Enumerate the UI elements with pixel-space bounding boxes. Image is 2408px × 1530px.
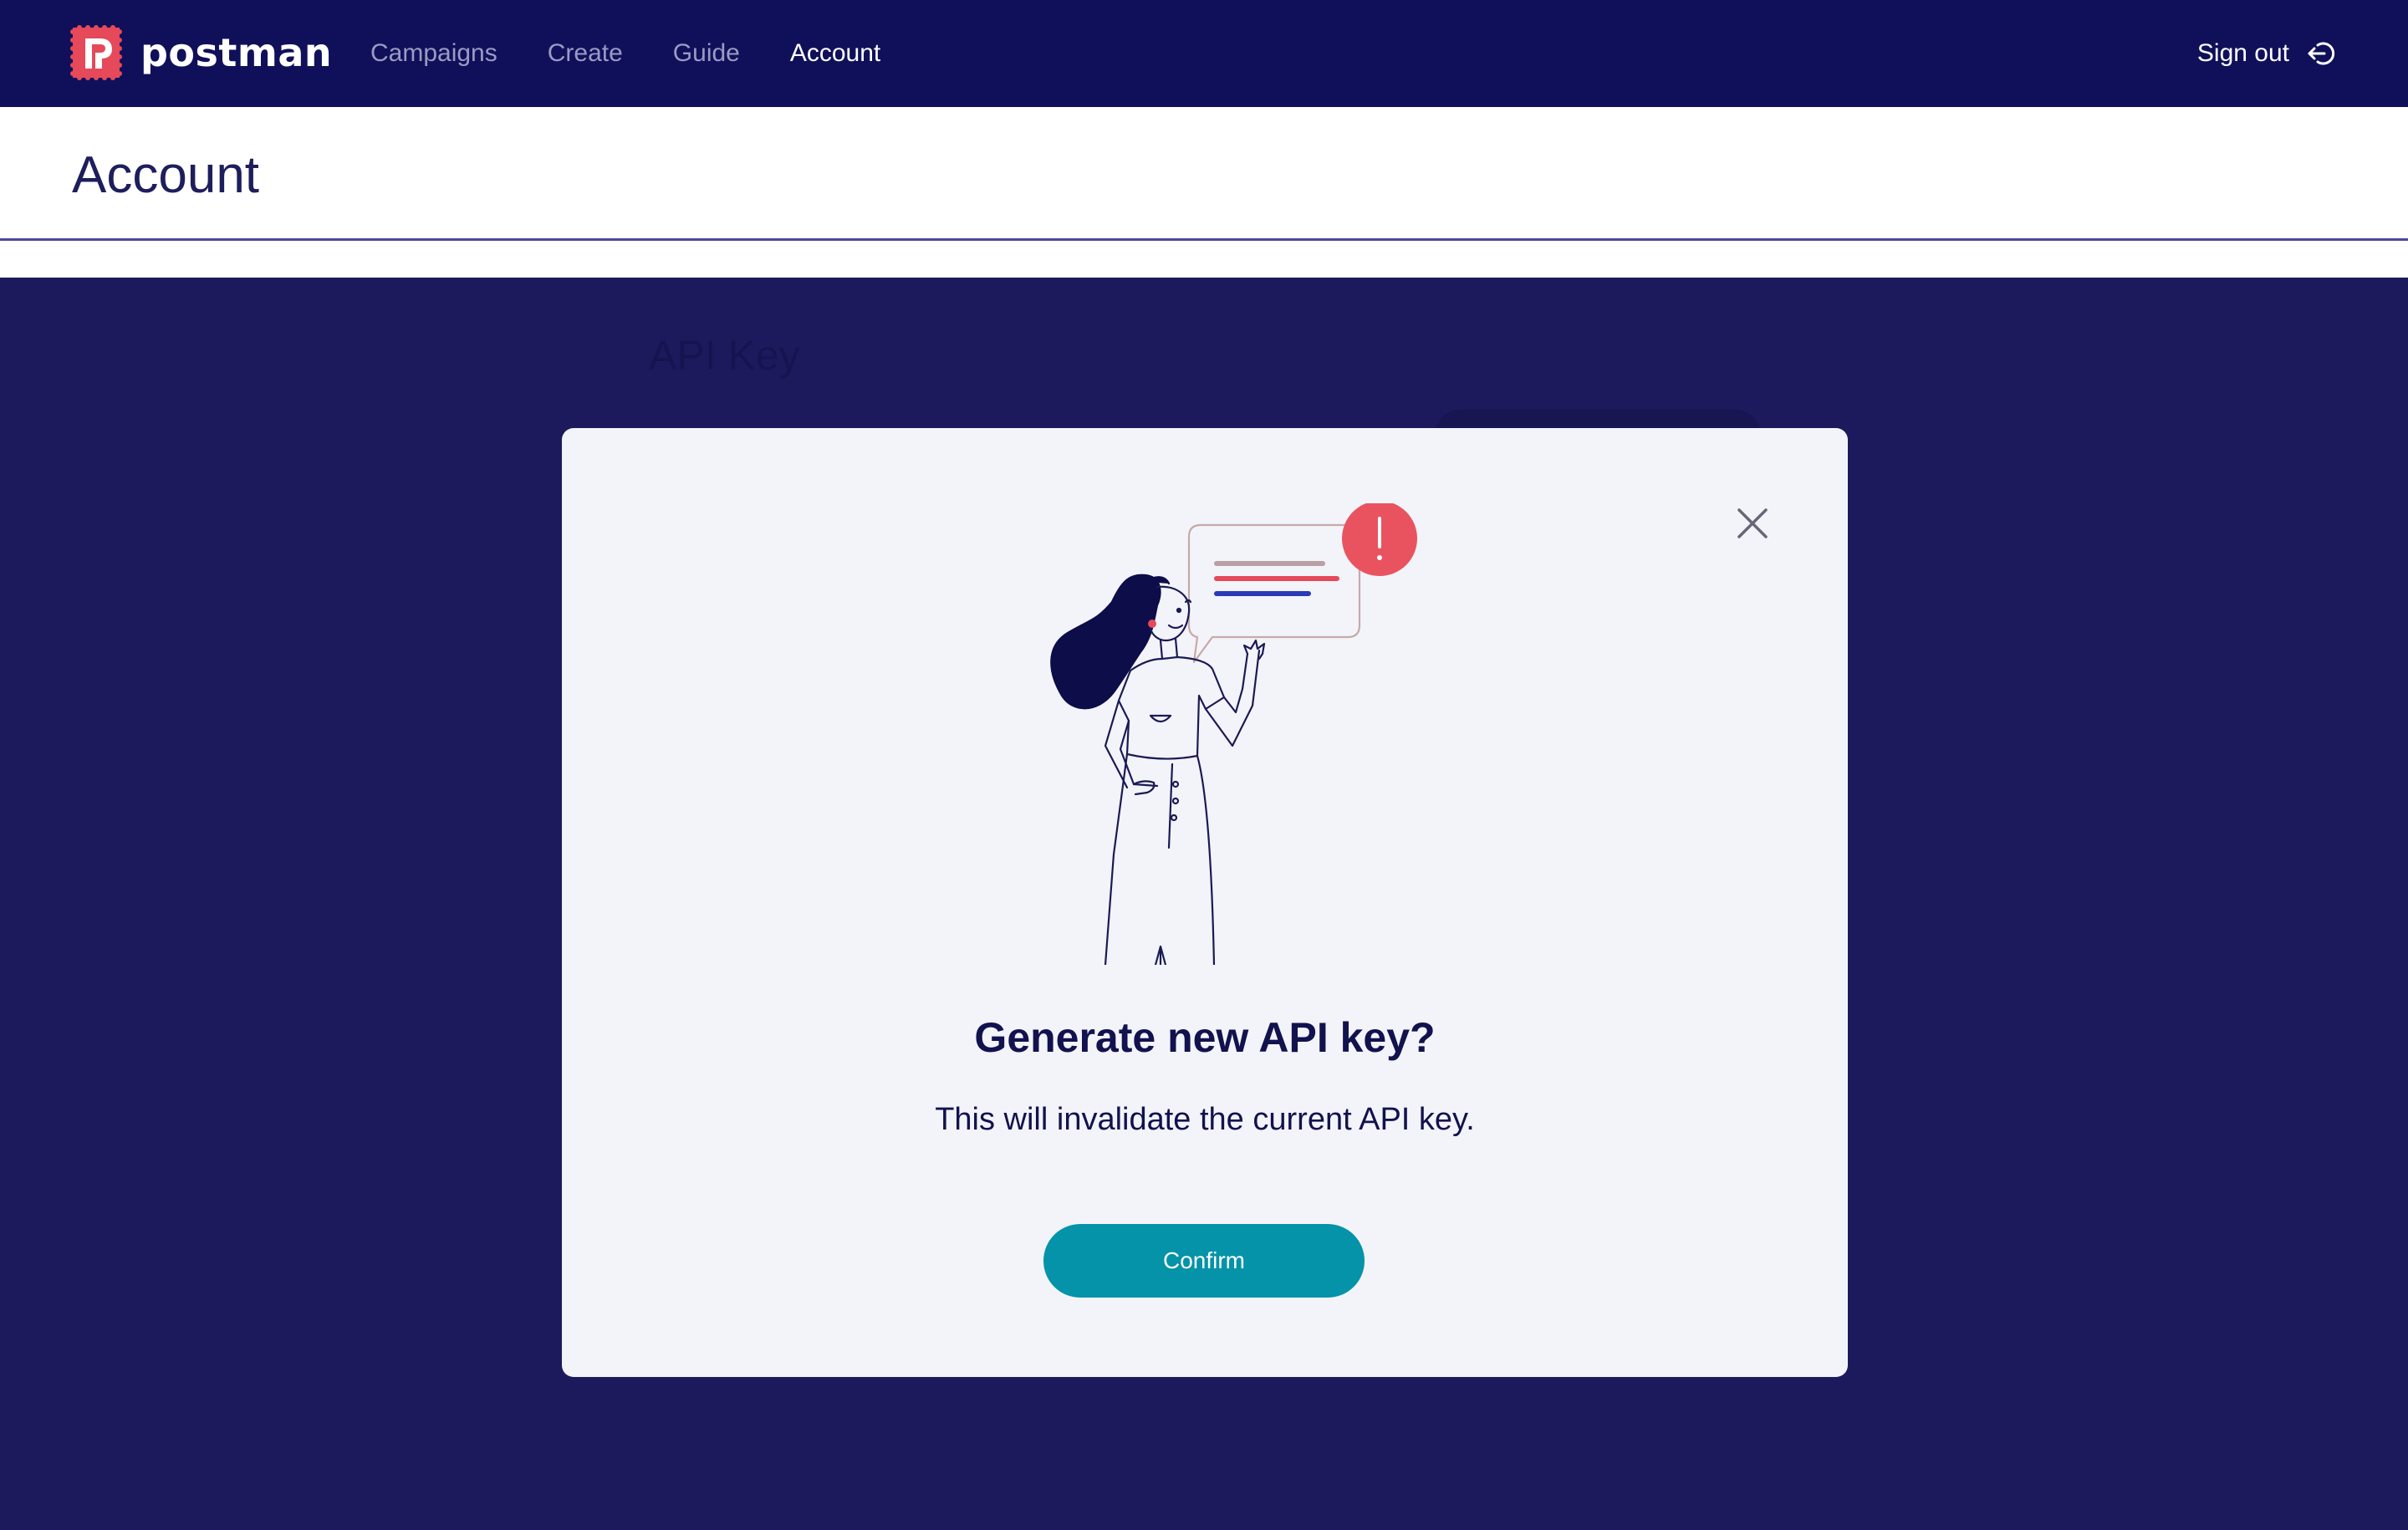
header-spacer xyxy=(0,241,2408,278)
nav-item-campaigns[interactable]: Campaigns xyxy=(370,39,497,68)
top-navbar: postman Campaigns Create Guide Account S… xyxy=(0,0,2408,107)
modal-title: Generate new API key? xyxy=(974,1014,1436,1061)
api-key-section-title: API Key xyxy=(649,332,800,379)
generate-api-key-modal: Generate new API key? This will invalida… xyxy=(562,428,1848,1377)
logo-text: postman xyxy=(140,30,333,75)
nav-item-guide[interactable]: Guide xyxy=(673,39,740,68)
modal-message: This will invalidate the current API key… xyxy=(935,1102,1475,1137)
sign-out-icon xyxy=(2308,42,2335,65)
page-header: Account xyxy=(0,107,2408,241)
close-icon[interactable] xyxy=(1734,505,1771,542)
sign-out-button[interactable]: Sign out xyxy=(2197,0,2336,107)
page-title: Account xyxy=(72,146,260,204)
postman-logo[interactable]: postman xyxy=(70,25,332,80)
nav-item-account[interactable]: Account xyxy=(790,39,880,68)
postman-logo-icon xyxy=(70,25,122,80)
woman-with-alert-speech-bubble-illustration xyxy=(1050,503,1417,965)
nav-item-create[interactable]: Create xyxy=(548,39,623,68)
sign-out-label: Sign out xyxy=(2196,39,2289,67)
confirm-button[interactable]: Confirm xyxy=(1043,1224,1365,1298)
main-nav: Campaigns Create Guide Account xyxy=(370,0,931,107)
